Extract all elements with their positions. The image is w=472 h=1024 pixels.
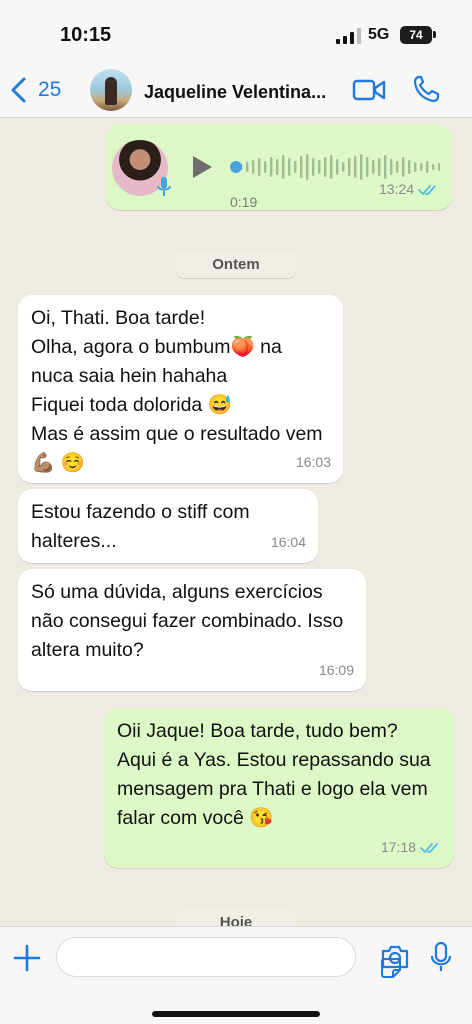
waveform-bar bbox=[306, 154, 309, 180]
waveform-bar bbox=[402, 157, 405, 177]
waveform-bar bbox=[270, 157, 273, 177]
waveform-bar bbox=[246, 162, 249, 172]
waveform-bar bbox=[432, 164, 435, 170]
waveform-bar bbox=[330, 155, 333, 179]
waveform-bar bbox=[360, 154, 363, 180]
waveform-bar bbox=[354, 156, 357, 178]
waveform-bar bbox=[438, 163, 440, 171]
waveform-bar bbox=[366, 157, 369, 177]
plus-icon[interactable] bbox=[12, 943, 42, 973]
waveform-bar bbox=[264, 161, 267, 173]
back-button[interactable]: 25 bbox=[8, 76, 61, 104]
phone-icon[interactable] bbox=[412, 74, 440, 104]
signal-icon bbox=[336, 28, 361, 44]
message-meta: 13:24 bbox=[379, 175, 440, 204]
contact-avatar[interactable] bbox=[90, 69, 132, 111]
incoming-message[interactable]: Só uma dúvida, alguns exercícios não con… bbox=[18, 569, 366, 691]
contact-name[interactable]: Jaqueline Velentina... bbox=[144, 82, 344, 103]
incoming-message[interactable]: Estou fazendo o stiff com halteres... 16… bbox=[18, 489, 318, 563]
incoming-message[interactable]: Oi, Thati. Boa tarde! Olha, agora o bumb… bbox=[18, 295, 343, 483]
waveform-bar bbox=[390, 159, 393, 175]
waveform-bar bbox=[252, 160, 255, 174]
date-separator: Hoje bbox=[176, 910, 296, 926]
waveform-bar bbox=[336, 159, 339, 175]
waveform-bar bbox=[342, 162, 345, 172]
outgoing-message[interactable]: Oii Jaque! Boa tarde, tudo bem? Aqui é a… bbox=[104, 708, 454, 868]
battery-tip bbox=[433, 31, 436, 38]
voice-duration: 0:19 bbox=[230, 194, 258, 210]
message-time: 16:03 bbox=[295, 454, 331, 470]
waveform-bar bbox=[348, 158, 351, 176]
unread-count: 25 bbox=[38, 78, 62, 101]
message-input-bar bbox=[0, 926, 472, 1024]
status-time: 10:15 bbox=[60, 24, 112, 46]
waveform-bar bbox=[378, 158, 381, 176]
play-icon[interactable] bbox=[190, 154, 214, 180]
status-bar: 10:15 5G 74 bbox=[0, 0, 472, 60]
message-text: Só uma dúvida, alguns exercícios não con… bbox=[31, 581, 344, 661]
microphone-icon bbox=[157, 177, 171, 196]
waveform-bar bbox=[372, 160, 375, 174]
waveform-bar bbox=[294, 161, 297, 173]
message-text: Estou fazendo o stiff com halteres... bbox=[31, 501, 250, 552]
message-time: 17:18 bbox=[380, 839, 416, 855]
waveform-bar bbox=[396, 161, 399, 173]
video-call-icon[interactable] bbox=[352, 77, 386, 103]
message-text: Oi, Thati. Boa tarde! Olha, agora o bumb… bbox=[31, 307, 323, 474]
waveform-bar bbox=[312, 158, 315, 176]
camera-icon[interactable] bbox=[380, 944, 410, 970]
waveform-bar bbox=[282, 155, 285, 179]
chevron-left-icon bbox=[11, 77, 26, 103]
chat-area[interactable]: 0:19 13:24 Ontem Oi, Thati. Boa tarde! O… bbox=[0, 118, 472, 926]
microphone-icon[interactable] bbox=[430, 941, 452, 973]
message-time: 16:09 bbox=[318, 662, 354, 678]
message-time: 13:24 bbox=[378, 181, 414, 197]
waveform-bar bbox=[420, 163, 423, 171]
date-separator: Ontem bbox=[176, 252, 296, 278]
playhead[interactable] bbox=[230, 161, 242, 173]
message-input[interactable] bbox=[56, 937, 401, 978]
waveform-bar bbox=[300, 156, 303, 178]
home-indicator bbox=[152, 1011, 320, 1017]
network-label: 5G bbox=[368, 26, 390, 43]
message-time: 16:04 bbox=[270, 534, 306, 550]
waveform-bar bbox=[414, 162, 417, 172]
read-ticks-icon bbox=[418, 184, 436, 195]
waveform-bar bbox=[258, 158, 261, 176]
battery-icon: 74 bbox=[400, 26, 432, 44]
waveform-bar bbox=[318, 160, 321, 174]
waveform-bar bbox=[408, 160, 411, 174]
waveform-bar bbox=[276, 159, 279, 175]
voice-message[interactable]: 0:19 13:24 bbox=[106, 124, 452, 210]
read-ticks-icon bbox=[420, 842, 438, 853]
waveform-bar bbox=[324, 157, 327, 177]
waveform-bar bbox=[426, 161, 429, 173]
message-text: Oii Jaque! Boa tarde, tudo bem? Aqui é a… bbox=[117, 720, 431, 829]
chat-header: 25 Jaqueline Velentina... bbox=[0, 60, 472, 118]
waveform-bar bbox=[288, 158, 291, 176]
